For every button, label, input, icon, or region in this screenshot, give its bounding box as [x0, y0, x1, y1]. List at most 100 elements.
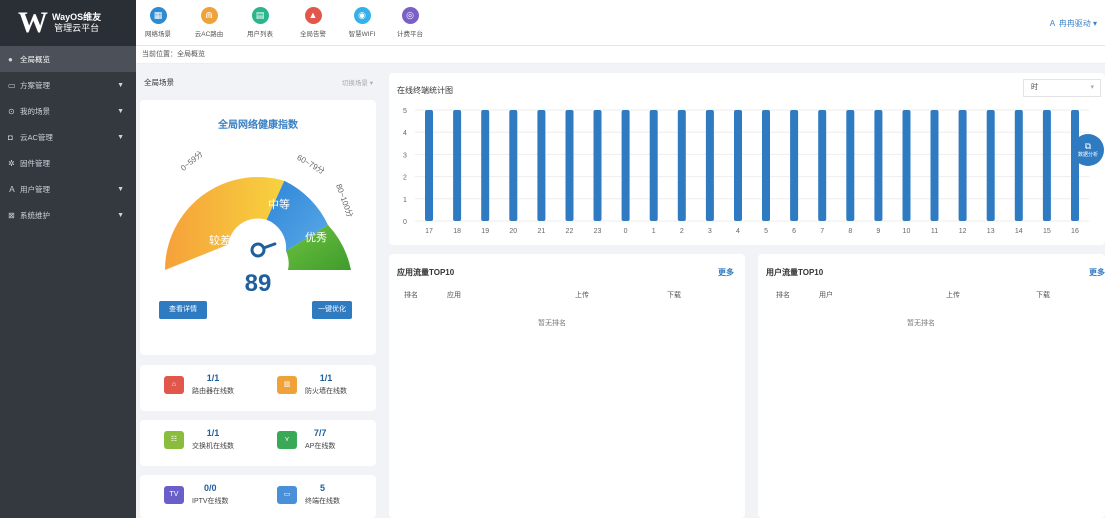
bar-18[interactable]	[453, 110, 462, 221]
data-analysis-button[interactable]: ⧉ 数据分析	[1072, 134, 1104, 166]
col-rank: 排名	[776, 292, 790, 299]
stat-iptv[interactable]: TV 0/0 IPTV在线数	[164, 483, 229, 506]
bar-21[interactable]	[537, 110, 546, 221]
col-app: 应用	[447, 292, 461, 299]
caret-down-icon: ▼	[117, 81, 124, 89]
col-upload: 上传	[946, 292, 960, 299]
bar-17[interactable]	[425, 110, 433, 221]
tools-icon: ⊠	[8, 210, 15, 220]
x-tick-label: 5	[764, 228, 768, 235]
bar-1[interactable]	[649, 110, 658, 221]
bar-14[interactable]	[1014, 110, 1023, 221]
caret-down-icon: ▼	[117, 107, 124, 115]
stat-firewall[interactable]: ▥ 1/1 防火墙在线数	[277, 373, 347, 396]
ap-icon: ⋎	[277, 430, 297, 449]
app-top10-more-link[interactable]: 更多	[718, 267, 734, 278]
nav-user-list[interactable]: ▤ 用户列表	[240, 7, 280, 38]
bar-4[interactable]	[734, 110, 742, 221]
breadcrumb: 当前位置：全局概览	[136, 46, 1105, 64]
x-tick-label: 0	[624, 228, 628, 235]
x-tick-label: 1	[652, 228, 656, 235]
bar-19[interactable]	[481, 110, 490, 221]
user-icon: Ａ	[8, 184, 16, 194]
bar-7[interactable]	[818, 110, 827, 221]
range-label-poor: 0~59分	[179, 149, 205, 173]
sidebar-item-plans[interactable]: ▭ 方案管理 ▼	[0, 72, 136, 98]
router-icon: ⋒	[200, 7, 218, 24]
bar-10[interactable]	[902, 110, 911, 221]
x-tick-label: 10	[903, 228, 911, 235]
bar-5[interactable]	[762, 110, 770, 221]
optimize-button[interactable]: 一键优化	[312, 301, 352, 319]
sidebar-item-overview[interactable]: ● 全局概览	[0, 46, 136, 72]
col-rank: 排名	[404, 292, 418, 299]
stat-router[interactable]: ⌂ 1/1 路由器在线数	[164, 373, 234, 396]
online-terminal-chart: 01234517 18 19 20 21 22 23 0 1 2 3 4 5 6 7 8 9 10 11 12 13 14…	[403, 108, 1089, 235]
bar-22[interactable]	[565, 110, 574, 221]
stat-terminal[interactable]: ▭ 5 终端在线数	[277, 483, 340, 506]
bar-8[interactable]	[846, 110, 855, 221]
scene-icon: ⊙	[8, 106, 15, 116]
alert-icon: ▲	[304, 7, 322, 24]
brand-subtitle: 管理云平台	[54, 23, 100, 33]
bar-12[interactable]	[958, 110, 967, 221]
analysis-icon: ⧉	[1084, 141, 1092, 151]
grid-icon: ▦	[149, 7, 167, 24]
y-tick-label: 4	[403, 130, 407, 137]
bar-16[interactable]	[1071, 110, 1079, 221]
switch-scene-dropdown[interactable]: 切换场景 ▾	[342, 77, 373, 87]
user-traffic-top10-card: 用户流量TOP10 更多 排名 用户 上传 下载 暂无排名	[758, 254, 1105, 518]
scene-selector: 全局场景 切换场景 ▾	[136, 68, 379, 96]
x-tick-label: 23	[594, 228, 602, 235]
nav-global-alarm[interactable]: ▲ 全局告警	[293, 7, 333, 38]
nav-smart-wifi[interactable]: ◉ 智慧WIFI	[342, 7, 382, 38]
user-top10-more-link[interactable]: 更多	[1089, 267, 1105, 278]
bar-15[interactable]	[1042, 110, 1051, 221]
bar-13[interactable]	[986, 110, 995, 221]
bar-20[interactable]	[509, 110, 518, 221]
view-details-button[interactable]: 查看详情	[159, 301, 207, 319]
logo-mark: W	[18, 6, 48, 39]
bar-0[interactable]	[621, 110, 630, 221]
billing-icon: ◎	[401, 7, 419, 24]
app-top10-empty: 暂无排名	[538, 320, 566, 327]
health-card: 全局网络健康指数 0~59分 60~79分 80~100分 较差 中等 优秀 8…	[140, 100, 376, 355]
bar-23[interactable]	[593, 110, 602, 221]
bar-3[interactable]	[705, 110, 714, 221]
stat-switch[interactable]: ☷ 1/1 交换机在线数	[164, 428, 234, 451]
brand-name: WayOS维友	[52, 12, 102, 22]
x-tick-label: 17	[425, 228, 433, 235]
x-tick-label: 7	[820, 228, 824, 235]
user-menu[interactable]: Ａ 冉冉驱动 ▾	[1049, 18, 1097, 29]
user-top10-title: 用户流量TOP10	[766, 268, 824, 277]
bar-9[interactable]	[874, 110, 883, 221]
bar-11[interactable]	[930, 110, 939, 221]
bar-6[interactable]	[790, 110, 799, 221]
nav-billing[interactable]: ◎ 计费平台	[390, 7, 430, 38]
firewall-icon: ▥	[277, 375, 297, 394]
sidebar-item-firmware[interactable]: ✲ 固件管理	[0, 150, 136, 176]
bar-2[interactable]	[677, 110, 686, 221]
online-terminal-chart-card: 在线终端统计图 时 ▾ 0 1 2 3 4 5 17 18 19 20 21 22 23 0 1 2 3 4 5 6 7…	[389, 73, 1105, 245]
x-tick-label: 21	[537, 228, 545, 235]
x-tick-label: 18	[453, 228, 461, 235]
sidebar-item-users[interactable]: Ａ 用户管理 ▼	[0, 176, 136, 202]
briefcase-icon: ▭	[8, 80, 16, 90]
health-title: 全局网络健康指数	[218, 120, 298, 131]
nav-cloud-ac-router[interactable]: ⋒ 云AC路由	[189, 7, 229, 38]
x-tick-label: 9	[876, 228, 880, 235]
stat-ap[interactable]: ⋎ 7/7 AP在线数	[277, 428, 335, 451]
user-icon: Ａ	[1048, 19, 1057, 28]
x-tick-label: 12	[959, 228, 967, 235]
logo[interactable]: W WayOS维友 管理云平台	[0, 0, 136, 46]
x-tick-label: 4	[736, 228, 740, 235]
x-tick-label: 22	[566, 228, 574, 235]
sidebar: W WayOS维友 管理云平台 ● 全局概览 ▭ 方案管理 ▼ ⊙ 我的场景 ▼ ◘ 云AC…	[0, 0, 136, 518]
stat-card-router-firewall: ⌂ 1/1 路由器在线数 ▥ 1/1 防火墙在线数	[140, 365, 376, 411]
x-tick-label: 8	[848, 228, 852, 235]
nav-network-scene[interactable]: ▦ 网络场景	[138, 7, 178, 38]
range-label-medium: 60~79分	[295, 153, 326, 176]
sidebar-item-maintenance[interactable]: ⊠ 系统维护 ▼	[0, 202, 136, 228]
sidebar-item-scenes[interactable]: ⊙ 我的场景 ▼	[0, 98, 136, 124]
sidebar-item-cloud-ac[interactable]: ◘ 云AC管理 ▼	[0, 124, 136, 150]
